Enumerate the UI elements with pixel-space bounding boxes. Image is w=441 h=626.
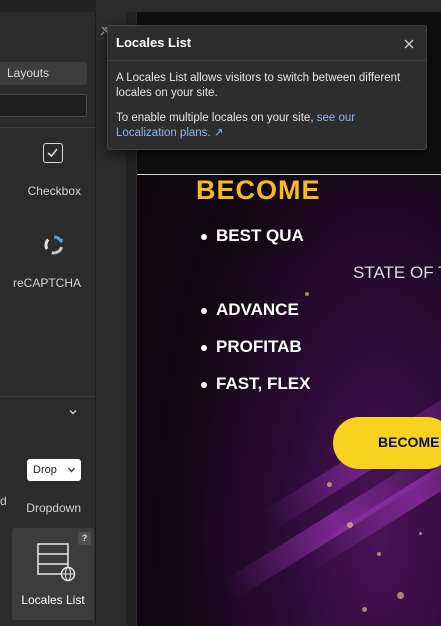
layouts-tab[interactable]: Layouts: [0, 62, 87, 85]
recaptcha-label: reCAPTCHA: [12, 276, 81, 290]
popup-text-prefix: To enable multiple locales on your site,: [116, 112, 314, 124]
top-toolbar-strip: [0, 0, 96, 12]
sparkle: [377, 552, 381, 556]
popup-title: Locales List: [116, 35, 192, 50]
sparkle: [327, 482, 332, 487]
locales-list-label: Locales List: [21, 593, 85, 607]
panel-divider: [0, 127, 96, 128]
dropdown-preview: Drop: [27, 459, 81, 481]
list-item[interactable]: FAST, FLEX: [200, 374, 310, 394]
sparkle: [362, 607, 367, 612]
list-item[interactable]: PROFITAB: [201, 337, 302, 357]
cta-button-label: BECOME: [378, 434, 440, 450]
help-badge[interactable]: ?: [78, 532, 91, 545]
list-item[interactable]: STATE OF T: [353, 263, 441, 283]
popup-description-2: To enable multiple locales on your site,…: [116, 111, 416, 141]
sparkle: [397, 592, 404, 599]
locales-list-element[interactable]: ? Locales List: [12, 528, 94, 620]
sparkle: [419, 532, 422, 535]
sparkle: [347, 522, 353, 528]
element-info-popup: Locales List A Locales List allows visit…: [107, 25, 427, 150]
add-elements-panel: Layouts Checkbox reCAPTCHA d Drop Dropdo…: [0, 0, 96, 626]
cta-button[interactable]: BECOME: [333, 417, 441, 469]
list-item[interactable]: ADVANCE: [201, 300, 299, 320]
checkbox-label: Checkbox: [27, 184, 81, 198]
recaptcha-icon: [44, 235, 64, 255]
sparkle: [305, 292, 309, 296]
external-link-icon: ↗: [213, 127, 224, 139]
checkbox-icon: [43, 143, 63, 163]
site-heading[interactable]: BECOME: [196, 175, 321, 206]
locales-list-icon: [37, 543, 76, 582]
popup-description: A Locales List allows visitors to switch…: [116, 72, 401, 99]
dropdown-preview-text: Drop: [33, 464, 57, 476]
search-input[interactable]: [0, 94, 87, 117]
panel-divider: [0, 396, 96, 397]
designer-window: Layouts Checkbox reCAPTCHA d Drop Dropdo…: [0, 0, 441, 626]
chevron-down-icon[interactable]: [68, 407, 78, 417]
chevron-down-icon: [68, 467, 75, 473]
list-item[interactable]: BEST QUA: [201, 226, 304, 246]
popup-divider: [108, 60, 426, 61]
close-icon[interactable]: [404, 39, 414, 49]
dropdown-label: Dropdown: [26, 501, 81, 515]
